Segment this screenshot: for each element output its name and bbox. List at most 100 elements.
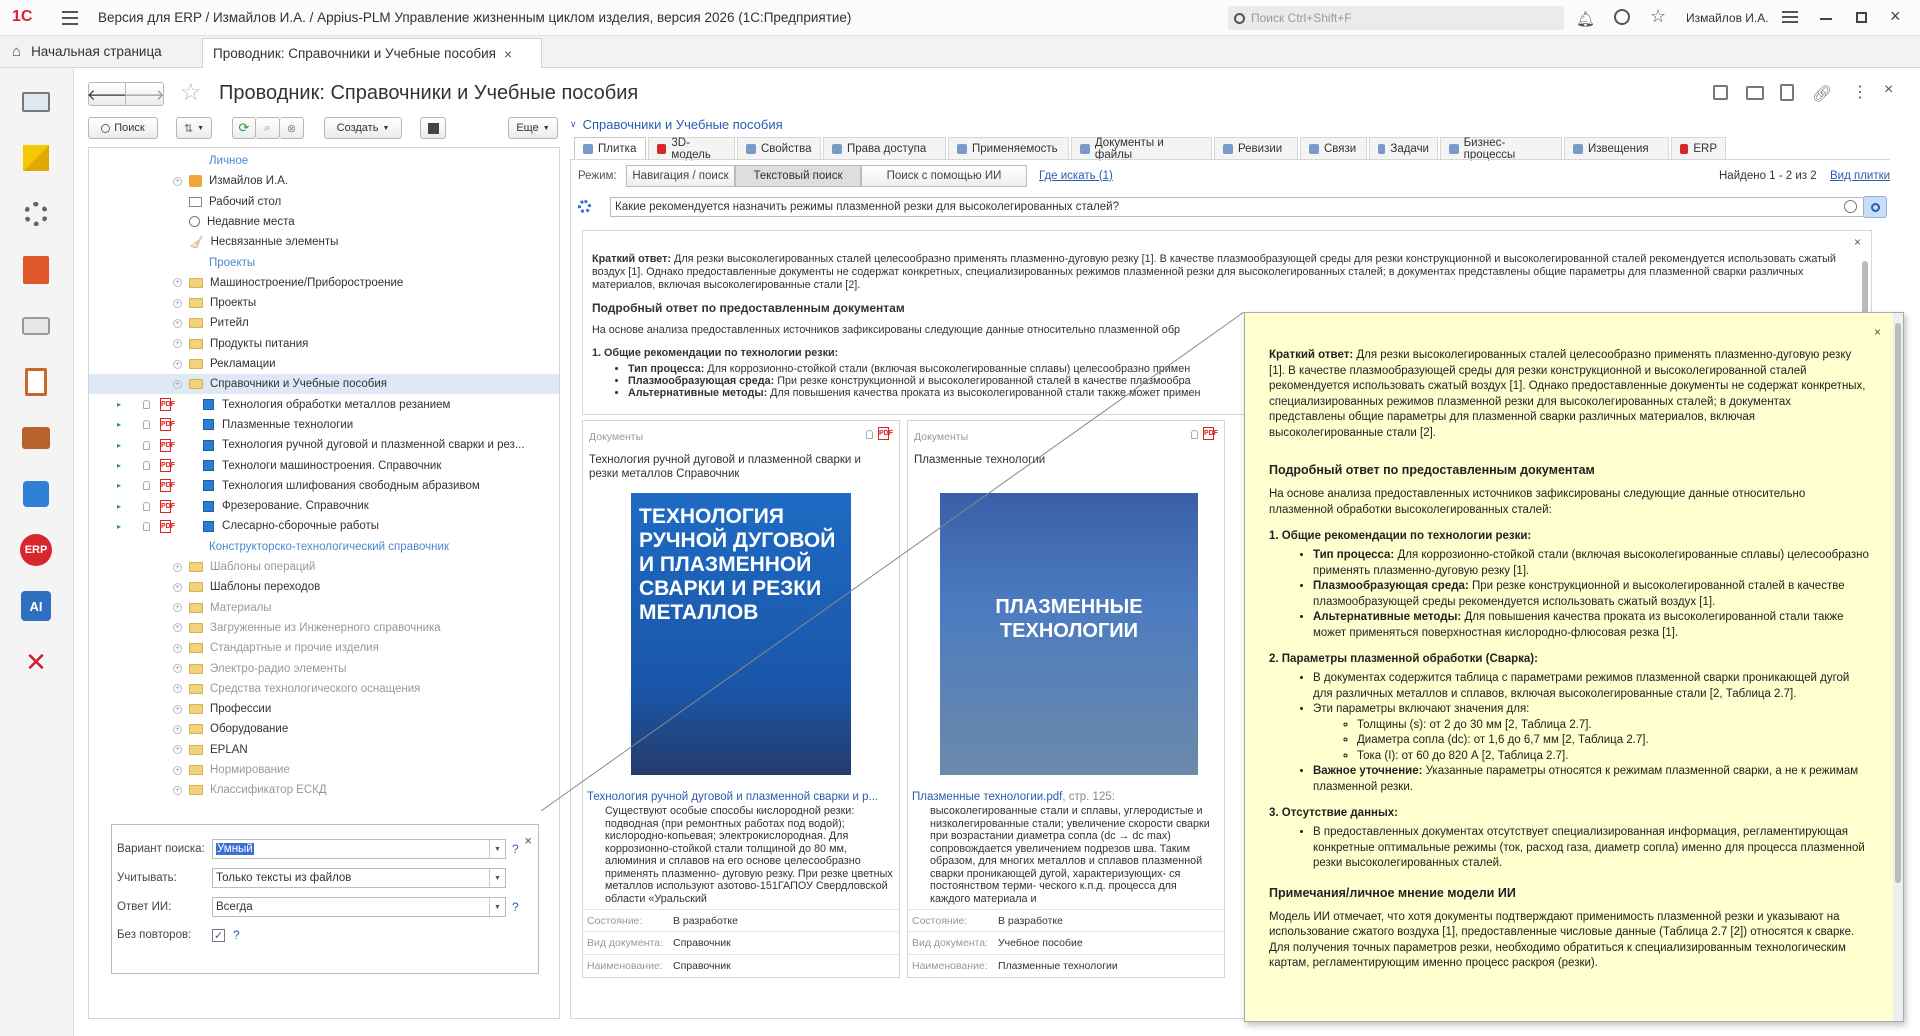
- user-name[interactable]: Измайлов И.А.: [1686, 11, 1769, 25]
- expand-icon[interactable]: +: [173, 643, 182, 653]
- link-icon[interactable]: 🔗︎: [1812, 84, 1832, 104]
- tab-9[interactable]: Задачи: [1369, 137, 1438, 160]
- tree-item[interactable]: + Шаблоны операций: [89, 557, 559, 577]
- briefcase-icon[interactable]: [16, 418, 56, 458]
- expand-icon[interactable]: +: [173, 745, 182, 755]
- clipboard-icon[interactable]: [16, 362, 56, 402]
- preview-icon[interactable]: [1780, 84, 1794, 101]
- global-search[interactable]: Поиск Ctrl+Shift+F: [1228, 6, 1564, 30]
- expand-icon[interactable]: +: [173, 582, 182, 592]
- tree-item[interactable]: + Загруженные из Инженерного справочника: [89, 618, 559, 638]
- search-options-close-icon[interactable]: ×: [524, 833, 532, 848]
- tab-5[interactable]: Применяемость: [948, 137, 1069, 160]
- tab-10[interactable]: Бизнес-процессы: [1440, 137, 1562, 161]
- tools-icon[interactable]: ✕: [16, 642, 56, 682]
- gear-icon[interactable]: [578, 200, 591, 213]
- tree-item[interactable]: ▸ PDF Технология шлифования свободным абра…: [89, 476, 559, 496]
- expand-icon[interactable]: +: [173, 603, 182, 613]
- popup-scrollbar[interactable]: [1893, 313, 1903, 1021]
- expand-icon[interactable]: +: [173, 704, 182, 714]
- favorite-star-icon[interactable]: ☆: [1650, 6, 1666, 27]
- tab-3[interactable]: Свойства: [737, 137, 821, 160]
- expand-icon[interactable]: +: [173, 318, 182, 328]
- tree-item[interactable]: + EPLAN: [89, 740, 559, 760]
- expand-arrow-icon[interactable]: ▸: [117, 400, 121, 409]
- breadcrumb[interactable]: ∨ Справочники и Учебные пособия: [570, 117, 783, 132]
- tree-item[interactable]: ▸ PDF Технология ручной дуговой и плазменн…: [89, 435, 559, 455]
- expand-icon[interactable]: +: [173, 664, 182, 673]
- tab-6[interactable]: Документы и файлы: [1071, 137, 1212, 161]
- puzzle-icon[interactable]: [16, 474, 56, 514]
- expand-icon[interactable]: +: [173, 785, 182, 795]
- expand-icon[interactable]: +: [173, 298, 182, 308]
- tree-item[interactable]: + Рекламации: [89, 354, 559, 374]
- save-button[interactable]: [420, 117, 446, 139]
- consider-select[interactable]: Только тексты из файлов ▼: [212, 868, 506, 888]
- tree-item[interactable]: Рабочий стол: [89, 192, 559, 212]
- tree-item[interactable]: ▸ PDF Фрезерование. Справочник: [89, 496, 559, 516]
- mode-button-3[interactable]: Поиск с помощью ИИ: [861, 165, 1027, 187]
- expand-arrow-icon[interactable]: ▸: [117, 420, 121, 429]
- tree-item[interactable]: + Электро-радио элементы: [89, 659, 559, 679]
- printer-icon[interactable]: [16, 306, 56, 346]
- maximize-icon[interactable]: [1856, 12, 1867, 23]
- tree-item[interactable]: + Стандартные и прочие изделия: [89, 638, 559, 658]
- expand-icon[interactable]: +: [173, 724, 182, 734]
- tree-item[interactable]: + Нормирование: [89, 760, 559, 780]
- monitor-icon[interactable]: [16, 82, 56, 122]
- minimize-icon[interactable]: [1820, 18, 1832, 20]
- tab-12[interactable]: ERP: [1671, 137, 1726, 160]
- tree-item[interactable]: + Оборудование: [89, 719, 559, 739]
- tree-item[interactable]: ▸ PDF Слесарно-сборочные работы: [89, 516, 559, 536]
- navigation-tree[interactable]: Личное + Измайлов И.А. Рабочий стол Недавние…: [88, 147, 560, 1019]
- tree-item[interactable]: + Справочники и Учебные пособия: [89, 374, 559, 395]
- mode-button-2[interactable]: Текстовый поиск: [735, 165, 861, 187]
- tab-11[interactable]: Извещения: [1564, 137, 1669, 160]
- mode-button-1[interactable]: Навигация / поиск: [626, 165, 735, 187]
- tree-item[interactable]: + Классификатор ЕСКД: [89, 780, 559, 800]
- sort-button[interactable]: ⇅ ▼: [176, 117, 212, 139]
- expand-icon[interactable]: +: [173, 379, 182, 389]
- help-icon[interactable]: ?: [512, 842, 519, 856]
- forward-button[interactable]: 🡒: [124, 82, 165, 106]
- tree-item[interactable]: Недавние места: [89, 212, 559, 232]
- tab-8[interactable]: Связи: [1300, 137, 1367, 160]
- ai-answer-select[interactable]: Всегда ▼: [212, 897, 506, 917]
- where-to-search-link[interactable]: Где искать (1): [1039, 170, 1113, 182]
- norepeat-checkbox[interactable]: ✓: [212, 928, 225, 942]
- query-input[interactable]: Какие рекомендуется назначить режимы пла…: [610, 197, 1878, 217]
- expand-icon[interactable]: +: [173, 765, 182, 775]
- search-button[interactable]: Поиск: [88, 117, 158, 139]
- tab-7[interactable]: Ревизии: [1214, 137, 1298, 160]
- short-answer-close-icon[interactable]: ×: [1854, 235, 1861, 249]
- history-icon[interactable]: [1614, 9, 1630, 25]
- tree-section[interactable]: Личное: [89, 151, 559, 171]
- popup-close-icon[interactable]: ×: [1874, 325, 1881, 339]
- help-icon[interactable]: ?: [233, 928, 240, 942]
- tab-current[interactable]: Проводник: Справочники и Учебные пособия…: [202, 38, 542, 68]
- expand-arrow-icon[interactable]: ▸: [117, 522, 121, 531]
- tree-section[interactable]: Конструкторско-технологический справочни…: [89, 537, 559, 557]
- tree-item[interactable]: ▸ PDF Плазменные технологии: [89, 415, 559, 435]
- tile-view-link[interactable]: Вид плитки: [1830, 170, 1890, 182]
- app-logo[interactable]: 1С: [12, 8, 32, 26]
- box-icon[interactable]: [16, 250, 56, 290]
- expand-icon[interactable]: +: [173, 339, 182, 349]
- back-button[interactable]: 🡐: [87, 82, 127, 106]
- hamburger-menu-icon[interactable]: [62, 11, 78, 25]
- tab-2[interactable]: 3D-модель: [648, 137, 735, 161]
- ai-icon[interactable]: AI: [16, 586, 56, 626]
- query-history-icon[interactable]: [1844, 200, 1857, 213]
- gears-icon[interactable]: [16, 194, 56, 234]
- expand-arrow-icon[interactable]: ▸: [117, 461, 121, 470]
- tree-item[interactable]: + Средства технологического оснащения: [89, 679, 559, 699]
- tree-item[interactable]: + Продукты питания: [89, 334, 559, 354]
- tree-item[interactable]: 🧹︎ Несвязанные элементы: [89, 232, 559, 252]
- favorite-star-icon[interactable]: ☆: [180, 78, 202, 107]
- form-close-icon[interactable]: ×: [1884, 81, 1893, 99]
- tree-item[interactable]: + Шаблоны переходов: [89, 577, 559, 597]
- expand-icon[interactable]: +: [173, 278, 182, 288]
- create-button[interactable]: Создать ▼: [324, 117, 402, 139]
- find-button[interactable]: ⌕: [256, 117, 280, 139]
- expand-icon[interactable]: +: [173, 684, 182, 694]
